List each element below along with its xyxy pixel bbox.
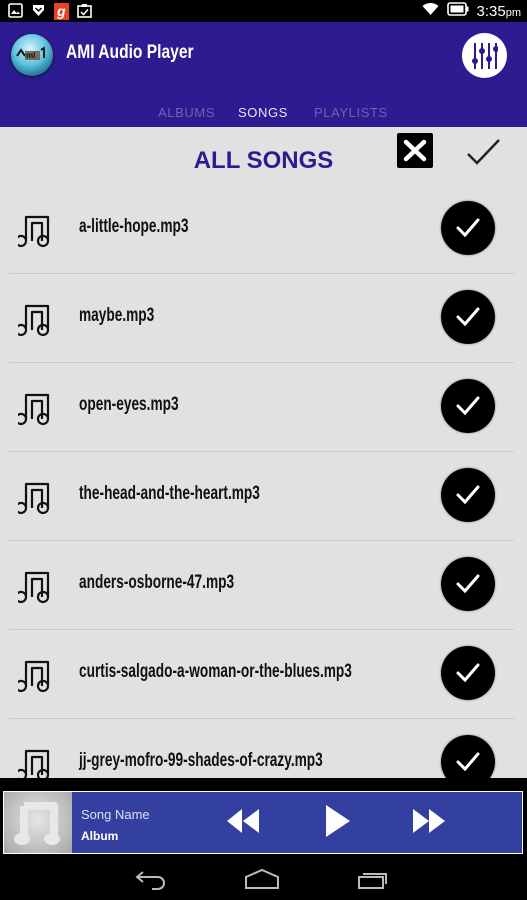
clock: 3:35pm	[476, 3, 521, 20]
confirm-button[interactable]	[463, 135, 503, 169]
tab-albums[interactable]: ALBUMS	[158, 105, 215, 120]
recents-button[interactable]	[357, 868, 389, 895]
tab-bar: ALBUMS SONGS PLAYLISTS	[0, 102, 527, 127]
check-icon	[456, 396, 480, 416]
song-name: maybe.mp3	[79, 305, 155, 326]
back-button[interactable]	[134, 868, 166, 895]
music-note-icon	[18, 571, 50, 604]
selected-toggle[interactable]	[441, 735, 495, 778]
selected-toggle[interactable]	[441, 379, 495, 433]
now-playing-title: Song Name	[81, 807, 150, 822]
song-row[interactable]: open-eyes.mp3	[9, 363, 514, 452]
download-shield-icon	[31, 3, 46, 18]
album-art	[4, 792, 72, 853]
music-note-icon	[18, 304, 50, 337]
check-icon	[456, 485, 480, 505]
app-title: AMI Audio Player	[66, 42, 194, 63]
home-button[interactable]	[244, 868, 280, 895]
close-icon	[403, 139, 427, 162]
tab-songs[interactable]: SONGS	[238, 105, 288, 120]
fast-forward-icon	[413, 809, 445, 833]
music-note-icon	[14, 802, 60, 845]
rewind-button[interactable]	[226, 807, 260, 840]
song-row[interactable]: curtis-salgado-a-woman-or-the-blues.mp3	[9, 630, 514, 719]
close-button[interactable]	[397, 133, 433, 168]
battery-icon	[446, 2, 469, 21]
tab-playlists[interactable]: PLAYLISTS	[314, 105, 388, 120]
music-note-icon	[18, 482, 50, 515]
section-title: ALL SONGS	[193, 147, 334, 174]
check-icon	[456, 574, 480, 594]
selected-toggle[interactable]	[441, 557, 495, 611]
mini-player[interactable]: Song Name Album	[3, 791, 523, 854]
song-name: the-head-and-the-heart.mp3	[79, 483, 260, 504]
fast-forward-button[interactable]	[412, 807, 446, 840]
rewind-icon	[227, 809, 259, 833]
songs-panel: ALL SONGS a-little-hope.mp3 maybe.mp3 op…	[0, 127, 527, 778]
song-name: anders-osborne-47.mp3	[79, 572, 235, 593]
selected-toggle[interactable]	[441, 468, 495, 522]
selected-toggle[interactable]	[441, 646, 495, 700]
song-row[interactable]: anders-osborne-47.mp3	[9, 541, 514, 630]
song-row[interactable]: a-little-hope.mp3	[9, 185, 514, 274]
check-icon	[456, 663, 480, 683]
song-name: open-eyes.mp3	[79, 394, 179, 415]
recents-icon	[358, 873, 387, 889]
check-icon	[456, 752, 480, 772]
gaana-app-icon: g	[54, 3, 69, 20]
now-playing-album: Album	[81, 829, 119, 843]
home-icon	[245, 868, 279, 889]
back-icon	[135, 871, 165, 890]
music-note-icon	[18, 393, 50, 426]
song-name: jj-grey-mofro-99-shades-of-crazy.mp3	[79, 750, 323, 771]
music-note-icon	[18, 749, 50, 778]
equalizer-button[interactable]	[462, 33, 507, 78]
app-bar: ml AMI Audio Player ALBUMS SONGS PLAYLIS…	[0, 22, 527, 127]
play-button[interactable]	[325, 804, 351, 843]
status-bar: g 3:35pm	[0, 0, 527, 22]
check-icon	[456, 218, 480, 238]
music-note-icon	[18, 660, 50, 693]
equalizer-icon	[472, 43, 498, 69]
song-name: a-little-hope.mp3	[79, 216, 189, 237]
selected-toggle[interactable]	[441, 201, 495, 255]
svg-text:g: g	[56, 3, 66, 19]
song-row[interactable]: the-head-and-the-heart.mp3	[9, 452, 514, 541]
song-row[interactable]: jj-grey-mofro-99-shades-of-crazy.mp3	[9, 719, 514, 778]
song-row[interactable]: maybe.mp3	[9, 274, 514, 363]
selected-toggle[interactable]	[441, 290, 495, 344]
app-logo: ml	[11, 34, 53, 76]
clipboard-check-icon	[77, 3, 92, 18]
wifi-icon	[422, 2, 439, 21]
song-name: curtis-salgado-a-woman-or-the-blues.mp3	[79, 661, 352, 682]
svg-text:ml: ml	[26, 51, 35, 60]
image-icon	[8, 3, 23, 18]
check-icon	[467, 139, 500, 165]
system-nav-bar	[0, 858, 527, 900]
check-icon	[456, 307, 480, 327]
play-icon	[326, 805, 350, 837]
music-note-icon	[18, 215, 50, 248]
song-list: a-little-hope.mp3 maybe.mp3 open-eyes.mp…	[9, 185, 514, 778]
